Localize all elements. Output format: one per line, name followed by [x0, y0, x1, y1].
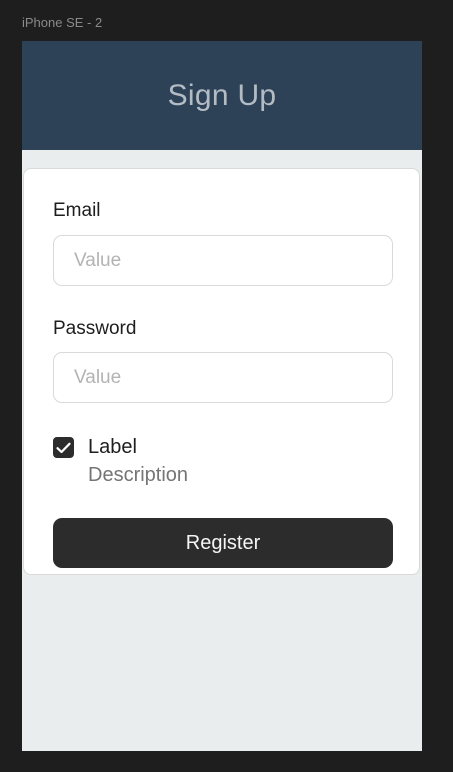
password-field[interactable]	[53, 352, 393, 403]
check-icon	[56, 442, 71, 453]
register-button[interactable]: Register	[53, 518, 393, 568]
page-title: Sign Up	[167, 78, 277, 112]
email-field[interactable]	[53, 235, 393, 286]
checkbox-field: Label Description	[53, 435, 188, 487]
app-header: Sign Up	[22, 41, 422, 150]
frame-label: iPhone SE - 2	[22, 15, 103, 30]
checkbox-text: Label Description	[88, 435, 188, 487]
checkbox-description: Description	[88, 464, 189, 486]
checkbox[interactable]	[53, 437, 74, 458]
signup-form-card: Email Password Label Description Registe…	[23, 168, 420, 575]
checkbox-label[interactable]: Label	[88, 435, 188, 459]
email-label: Email	[53, 200, 101, 221]
device-frame: Sign Up Email Password Label Description…	[22, 41, 422, 751]
password-label: Password	[53, 318, 137, 339]
design-canvas: iPhone SE - 2 Sign Up Email Password Lab…	[0, 0, 453, 772]
